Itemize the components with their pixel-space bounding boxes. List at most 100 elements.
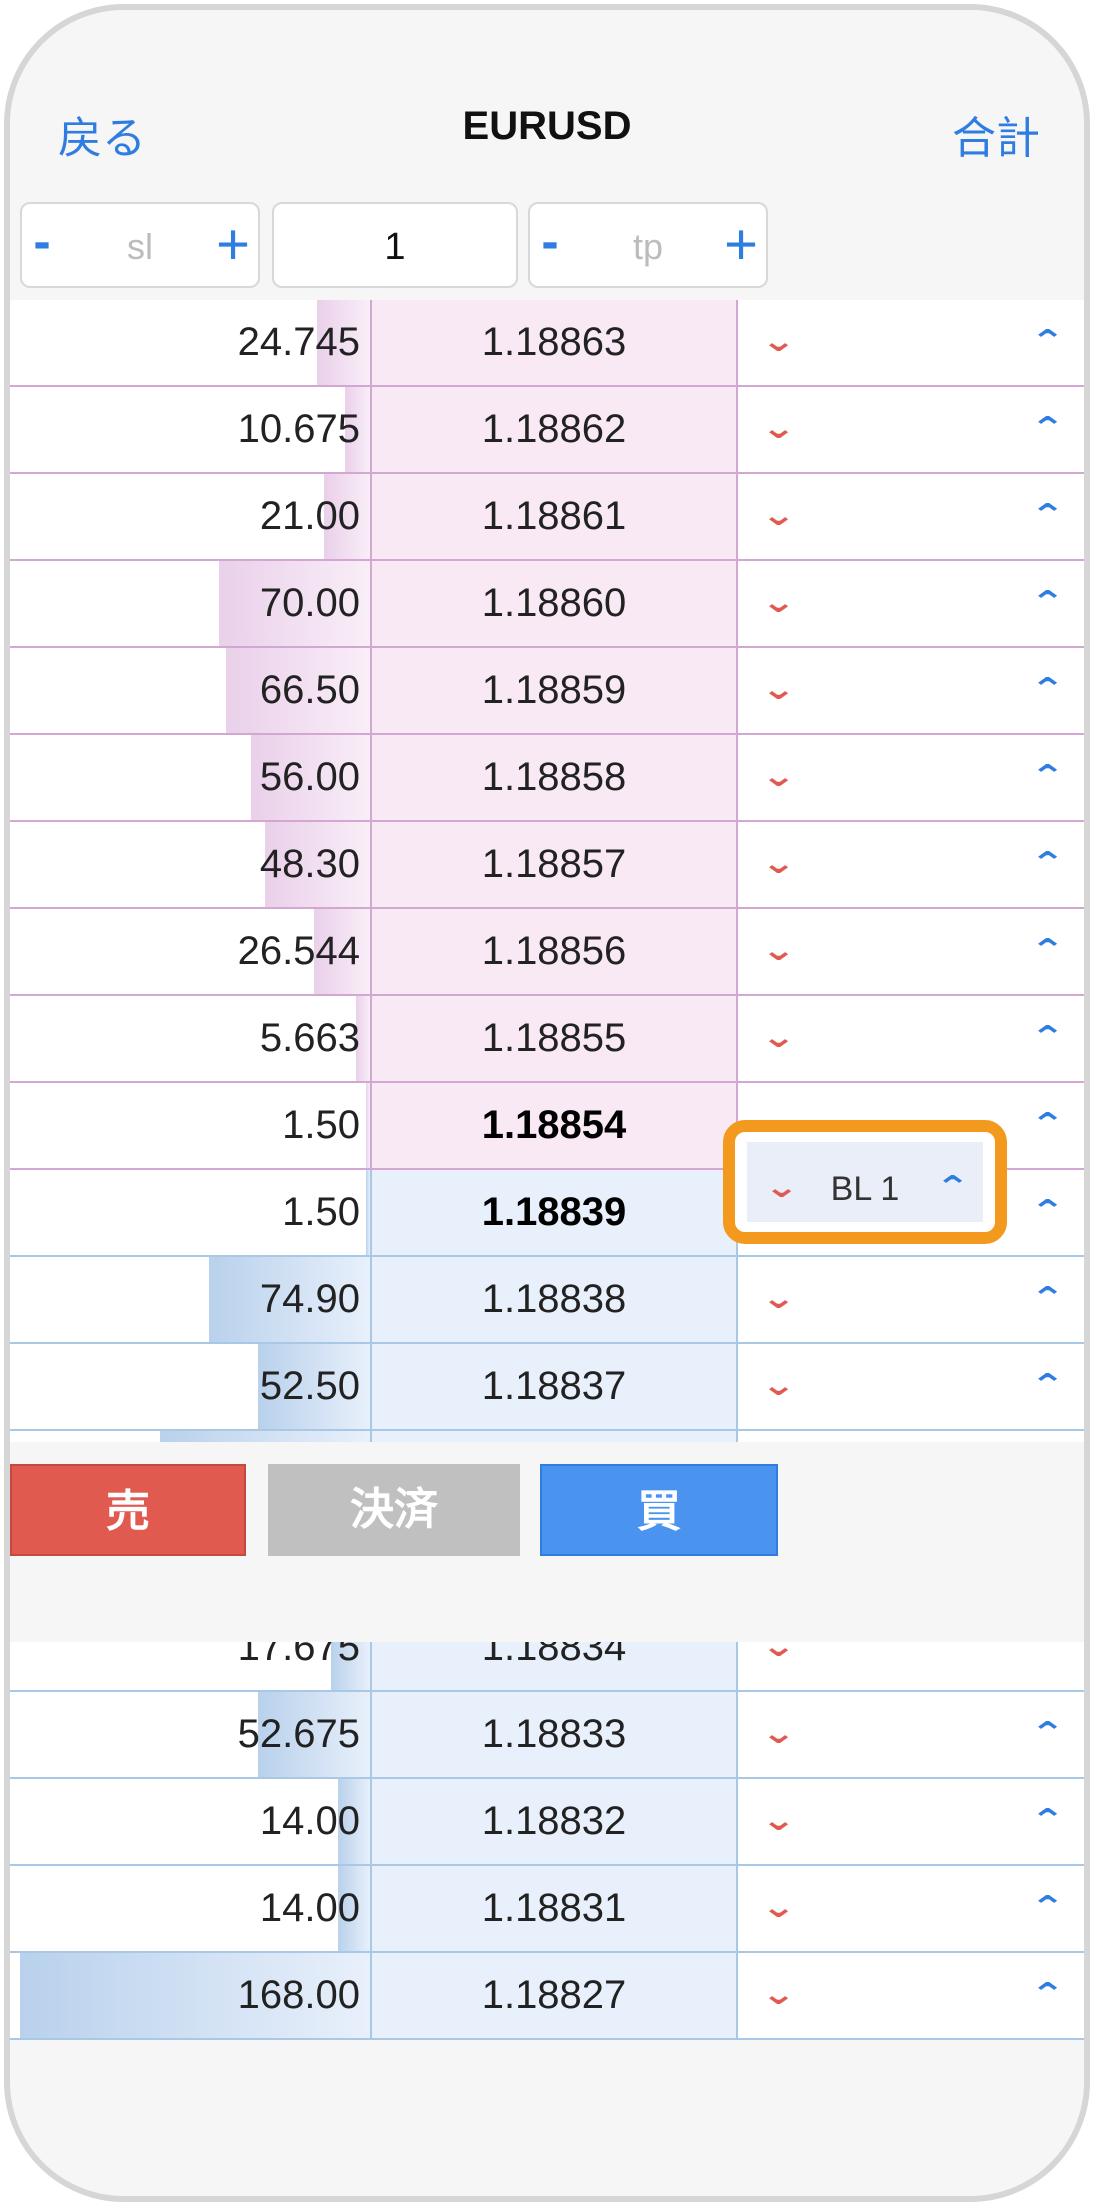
price-cell[interactable]: 1.18832 — [370, 1779, 738, 1866]
price-value: 1.18831 — [481, 1886, 627, 1930]
total-button[interactable]: 合計 — [952, 102, 1040, 166]
chevron-down-icon[interactable]: ⌄ — [761, 672, 796, 707]
price-cell[interactable]: 1.18839 — [370, 1170, 738, 1257]
chevron-down-icon[interactable]: ⌄ — [761, 1977, 796, 2012]
volume-cell: 10.675 — [10, 387, 370, 474]
chevron-up-icon[interactable]: ⌃ — [1030, 759, 1065, 794]
action-bar: 売 決済 買 — [10, 1442, 1084, 1642]
price-value: 1.18832 — [481, 1799, 627, 1843]
sell-button[interactable]: 売 — [10, 1464, 246, 1556]
volume-cell: 56.00 — [10, 735, 370, 822]
price-value: 1.18827 — [481, 1973, 627, 2017]
price-cell[interactable]: 1.18857 — [370, 822, 738, 909]
price-cell[interactable]: 1.18862 — [370, 387, 738, 474]
price-cell[interactable]: 1.18838 — [370, 1257, 738, 1344]
dom-row: 48.30 1.18857 ⌄ ⌃ — [10, 822, 1084, 909]
volume-value: 26.544 — [237, 929, 360, 973]
price-cell[interactable]: 1.18859 — [370, 648, 738, 735]
chevron-up-icon[interactable]: ⌃ — [1030, 933, 1065, 968]
price-cell[interactable]: 1.18863 — [370, 300, 738, 387]
price-cell[interactable]: 1.18837 — [370, 1344, 738, 1431]
price-cell[interactable]: 1.18856 — [370, 909, 738, 996]
price-value: 1.18862 — [481, 407, 627, 451]
sl-plus-button[interactable]: + — [208, 216, 258, 274]
volume-value: 52.50 — [259, 1364, 360, 1408]
dom-row: 168.00 1.18827 ⌄ ⌃ — [10, 1953, 1084, 2040]
buy-button[interactable]: 買 — [540, 1464, 778, 1556]
chevron-down-icon[interactable]: ⌄ — [761, 498, 796, 533]
chevron-up-icon[interactable]: ⌃ — [935, 1170, 970, 1205]
volume-value: 48.30 — [259, 842, 360, 886]
phone-frame: 戻る EURUSD 合計 - sl + 1 - tp + 24.745 1.188… — [4, 4, 1090, 2202]
chevron-down-icon[interactable]: ⌄ — [761, 1716, 796, 1751]
volume-value: 70.00 — [259, 581, 360, 625]
chevron-down-icon[interactable]: ⌄ — [761, 324, 796, 359]
price-cell[interactable]: 1.18831 — [370, 1866, 738, 1953]
chevron-down-icon[interactable]: ⌄ — [761, 1803, 796, 1838]
tp-stepper: - tp + — [528, 202, 768, 288]
order-action-cell: ⌄⌃ — [738, 1257, 1084, 1344]
dom-row: 14.00 1.18832 ⌄ ⌃ — [10, 1779, 1084, 1866]
close-position-button[interactable]: 決済 — [268, 1464, 520, 1556]
chevron-up-icon[interactable]: ⌃ — [1030, 1368, 1065, 1403]
price-value: 1.18833 — [481, 1712, 627, 1756]
volume-cell: 48.30 — [10, 822, 370, 909]
dom-row: 14.00 1.18831 ⌄ ⌃ — [10, 1866, 1084, 1953]
chevron-up-icon[interactable]: ⌃ — [1030, 1281, 1065, 1316]
chevron-up-icon[interactable]: ⌃ — [1030, 324, 1065, 359]
chevron-down-icon[interactable]: ⌄ — [761, 759, 796, 794]
chevron-down-icon[interactable]: ⌄ — [761, 411, 796, 446]
lot-input[interactable]: 1 — [272, 202, 518, 288]
chevron-up-icon[interactable]: ⌃ — [1030, 1977, 1065, 2012]
price-cell[interactable]: 1.18833 — [370, 1692, 738, 1779]
chevron-up-icon[interactable]: ⌃ — [1030, 1890, 1065, 1925]
chevron-up-icon[interactable]: ⌃ — [1030, 1020, 1065, 1055]
volume-cell: 70.00 — [10, 561, 370, 648]
price-cell[interactable]: 1.18861 — [370, 474, 738, 561]
nav-header: 戻る EURUSD 合計 — [10, 10, 1084, 192]
order-controls: - sl + 1 - tp + — [10, 190, 1084, 300]
chevron-up-icon[interactable]: ⌃ — [1030, 672, 1065, 707]
volume-cell: 52.675 — [10, 1692, 370, 1779]
chevron-up-icon[interactable]: ⌃ — [1030, 1803, 1065, 1838]
order-action-cell: ⌄⌃ — [738, 996, 1084, 1083]
volume-cell: 5.663 — [10, 996, 370, 1083]
chevron-down-icon[interactable]: ⌄ — [761, 1020, 796, 1055]
chevron-down-icon[interactable]: ⌄ — [761, 1890, 796, 1925]
price-cell[interactable]: 1.18860 — [370, 561, 738, 648]
price-cell[interactable]: 1.18854 — [370, 1083, 738, 1170]
volume-cell: 26.544 — [10, 909, 370, 996]
volume-value: 56.00 — [259, 755, 360, 799]
chevron-down-icon[interactable]: ⌄ — [761, 933, 796, 968]
tp-plus-button[interactable]: + — [716, 216, 766, 274]
dom-row: 56.00 1.18858 ⌄ ⌃ — [10, 735, 1084, 822]
order-action-cell: ⌄⌃ — [738, 387, 1084, 474]
price-value: 1.18838 — [481, 1277, 627, 1321]
dom-row: 5.663 1.18855 ⌄ ⌃ — [10, 996, 1084, 1083]
chevron-up-icon[interactable]: ⌃ — [1030, 846, 1065, 881]
order-action-cell: ⌄⌃ — [738, 1953, 1084, 2040]
dom-row: 21.00 1.18861 ⌄ ⌃ — [10, 474, 1084, 561]
chevron-up-icon[interactable]: ⌃ — [1030, 1194, 1065, 1229]
chevron-up-icon[interactable]: ⌃ — [1030, 1107, 1065, 1142]
price-cell[interactable]: 1.18858 — [370, 735, 738, 822]
page-title: EURUSD — [462, 104, 632, 148]
chevron-down-icon[interactable]: ⌄ — [761, 1281, 796, 1316]
order-action-cell: ⌄⌃ — [738, 735, 1084, 822]
order-marker-highlight[interactable]: ⌄ BL 1 ⌃ — [723, 1120, 1007, 1244]
price-value: 1.18837 — [481, 1364, 627, 1408]
volume-value: 5.663 — [259, 1016, 360, 1060]
chevron-up-icon[interactable]: ⌃ — [1030, 411, 1065, 446]
volume-value: 24.745 — [237, 320, 360, 364]
chevron-up-icon[interactable]: ⌃ — [1030, 498, 1065, 533]
sl-stepper: - sl + — [20, 202, 260, 288]
price-cell[interactable]: 1.18855 — [370, 996, 738, 1083]
dom-row: 24.745 1.18863 ⌄ ⌃ — [10, 300, 1084, 387]
chevron-up-icon[interactable]: ⌃ — [1030, 585, 1065, 620]
chevron-up-icon[interactable]: ⌃ — [1030, 1716, 1065, 1751]
chevron-down-icon[interactable]: ⌄ — [761, 585, 796, 620]
price-cell[interactable]: 1.18827 — [370, 1953, 738, 2040]
chevron-down-icon[interactable]: ⌄ — [761, 846, 796, 881]
volume-cell: 1.50 — [10, 1170, 370, 1257]
chevron-down-icon[interactable]: ⌄ — [761, 1368, 796, 1403]
